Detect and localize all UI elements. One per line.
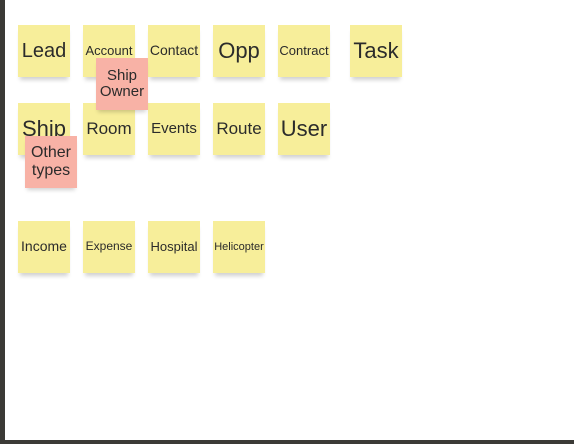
sticky-note-income[interactable]: Income bbox=[18, 221, 70, 273]
sticky-note-room[interactable]: Room bbox=[83, 103, 135, 155]
sticky-note-hospital[interactable]: Hospital bbox=[148, 221, 200, 273]
sticky-note-contract[interactable]: Contract bbox=[278, 25, 330, 77]
sticky-note-expense[interactable]: Expense bbox=[83, 221, 135, 273]
sticky-note-helicopter[interactable]: Helicopter bbox=[213, 221, 265, 273]
sticky-note-user[interactable]: User bbox=[278, 103, 330, 155]
sticky-note-other-types[interactable]: Other types bbox=[25, 136, 77, 188]
sticky-note-lead[interactable]: Lead bbox=[18, 25, 70, 77]
window-left-edge bbox=[0, 0, 5, 444]
sticky-note-opp[interactable]: Opp bbox=[213, 25, 265, 77]
sticky-note-contact[interactable]: Contact bbox=[148, 25, 200, 77]
sticky-note-ship-owner[interactable]: Ship Owner bbox=[96, 58, 148, 110]
window-bottom-edge bbox=[0, 440, 574, 444]
sticky-note-task[interactable]: Task bbox=[350, 25, 402, 77]
sticky-note-board: Lead Account Contact Opp Contract Task S… bbox=[0, 0, 574, 444]
sticky-note-route[interactable]: Route bbox=[213, 103, 265, 155]
sticky-note-events[interactable]: Events bbox=[148, 103, 200, 155]
